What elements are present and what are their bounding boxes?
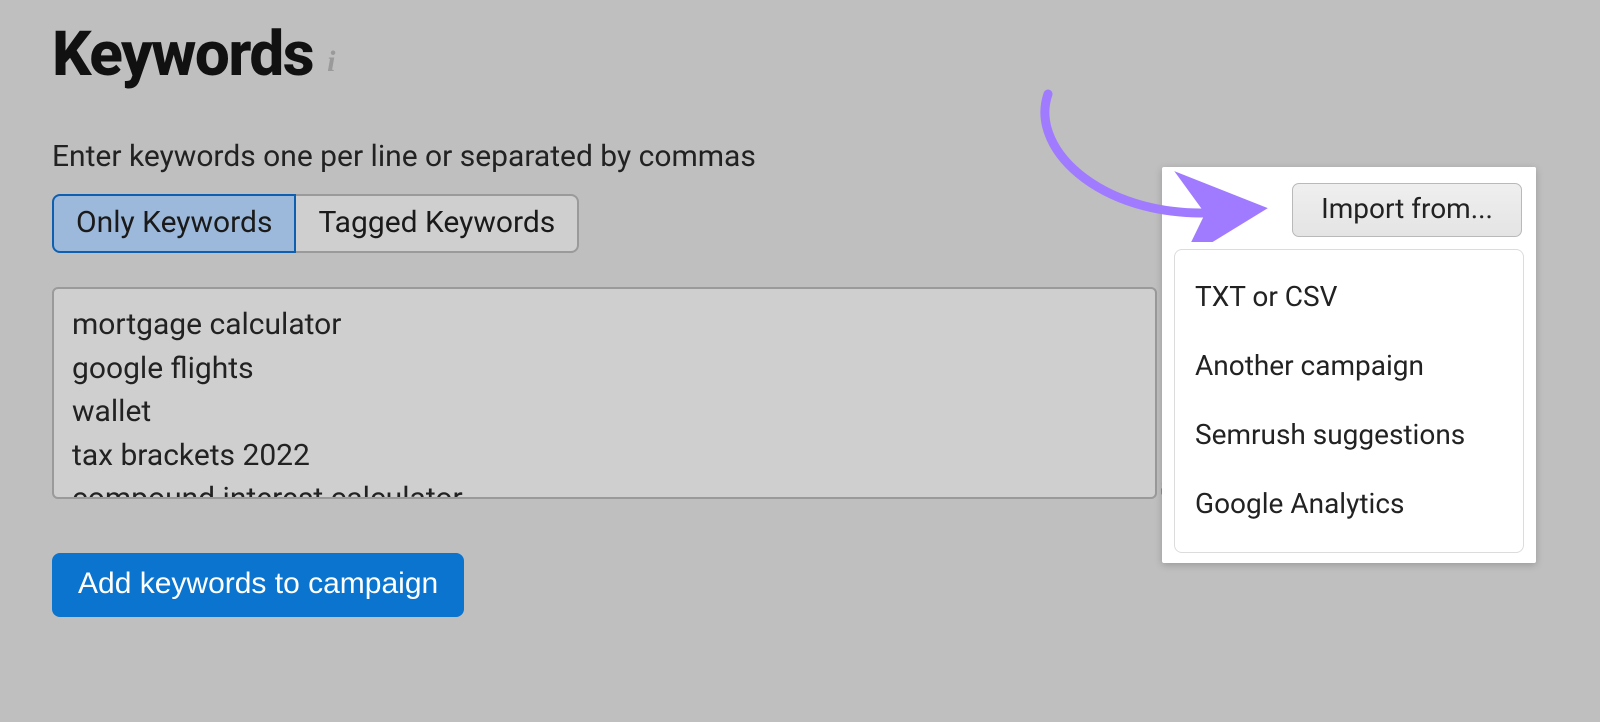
- import-item-txt-csv[interactable]: TXT or CSV: [1183, 262, 1515, 331]
- import-menu: TXT or CSV Another campaign Semrush sugg…: [1174, 249, 1524, 553]
- import-popover: Import from... TXT or CSV Another campai…: [1162, 167, 1536, 563]
- add-keywords-button[interactable]: Add keywords to campaign: [52, 553, 464, 617]
- keywords-textarea[interactable]: [52, 287, 1157, 499]
- tab-only-keywords[interactable]: Only Keywords: [52, 194, 296, 253]
- tab-tagged-keywords[interactable]: Tagged Keywords: [294, 194, 579, 253]
- import-item-google-analytics[interactable]: Google Analytics: [1183, 469, 1515, 538]
- info-icon[interactable]: i: [327, 45, 335, 79]
- import-item-semrush-suggestions[interactable]: Semrush suggestions: [1183, 400, 1515, 469]
- import-item-another-campaign[interactable]: Another campaign: [1183, 331, 1515, 400]
- page-title: Keywords: [52, 18, 313, 91]
- import-from-button[interactable]: Import from...: [1292, 183, 1522, 237]
